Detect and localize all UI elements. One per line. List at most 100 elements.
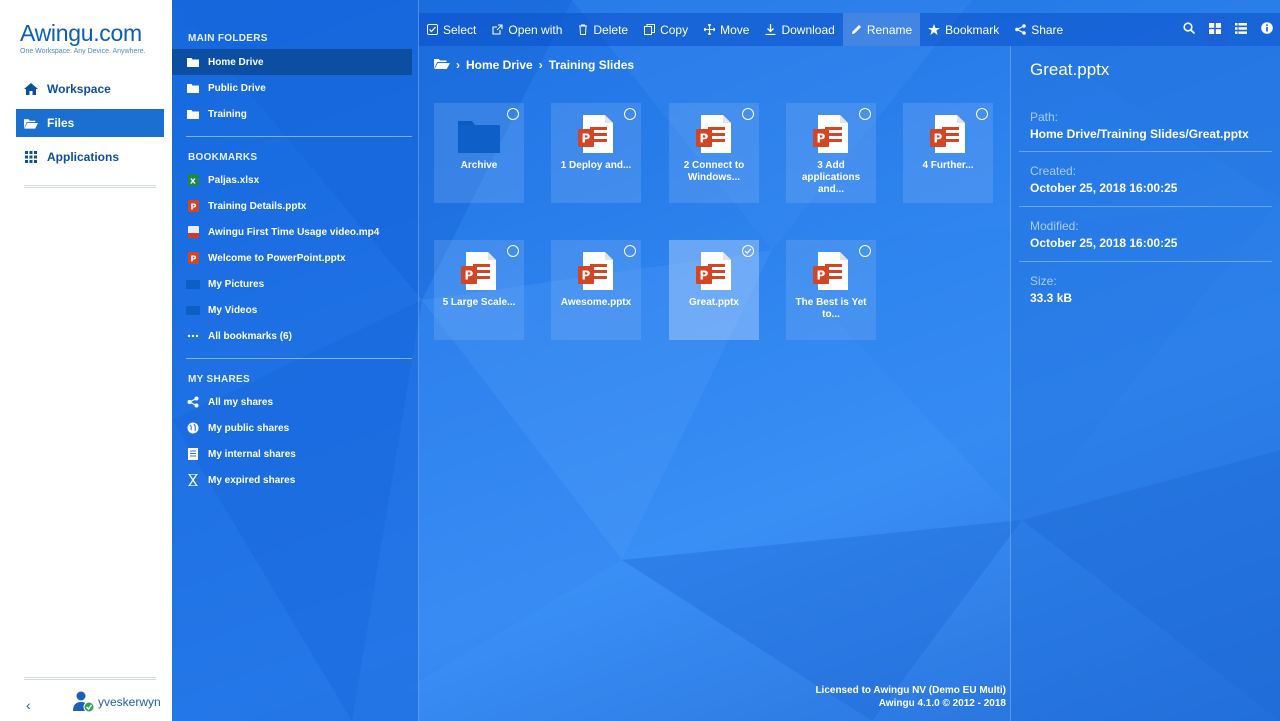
select-circle-icon[interactable] <box>742 108 754 120</box>
trash-icon <box>578 24 588 35</box>
detail-divider <box>1019 206 1272 207</box>
folder-training[interactable]: Training <box>172 101 412 127</box>
bookmark-button[interactable]: Bookmark <box>920 13 1007 46</box>
detail-created-value: October 25, 2018 16:00:25 <box>1030 181 1178 195</box>
svg-text:P: P <box>190 203 196 212</box>
svg-text:P: P <box>700 132 709 146</box>
share-item[interactable]: All my shares <box>172 389 412 415</box>
checked-circle-icon[interactable] <box>742 245 754 257</box>
file-tile[interactable]: P 4 Further... <box>903 103 993 203</box>
nav-applications[interactable]: Applications <box>16 143 164 171</box>
file-name: 2 Connect to Windows... <box>683 160 745 183</box>
folder-icon <box>458 113 500 155</box>
bookmark-item[interactable]: Awingu First Time Usage video.mp4 <box>172 219 412 245</box>
breadcrumb: › Home Drive › Training Slides <box>434 58 634 72</box>
bookmark-item[interactable]: x Paljas.xlsx <box>172 167 412 193</box>
my-shares-title: MY SHARES <box>188 374 250 385</box>
file-tile[interactable]: P 2 Connect to Windows... <box>669 103 759 203</box>
bookmark-item[interactable]: P Welcome to PowerPoint.pptx <box>172 245 412 271</box>
bookmark-label: Awingu First Time Usage video.mp4 <box>208 226 380 238</box>
svg-text:P: P <box>817 269 826 283</box>
grid-view-button[interactable] <box>1202 13 1228 46</box>
user-menu[interactable]: yveskerwyn <box>72 691 161 713</box>
select-circle-icon[interactable] <box>507 108 519 120</box>
detail-divider <box>1019 261 1272 262</box>
folder-icon <box>186 57 200 67</box>
copy-button[interactable]: Copy <box>636 13 696 46</box>
breadcrumb-home-drive[interactable]: Home Drive <box>466 58 533 72</box>
detail-modified-label: Modified: <box>1030 219 1079 233</box>
folder-public-drive[interactable]: Public Drive <box>172 75 412 101</box>
breadcrumb-training-slides[interactable]: Training Slides <box>549 58 634 72</box>
video-file-icon <box>186 226 200 238</box>
move-label: Move <box>720 22 750 37</box>
delete-button[interactable]: Delete <box>570 13 636 46</box>
detail-size-label: Size: <box>1030 274 1057 288</box>
nav-files[interactable]: Files <box>16 109 164 137</box>
move-button[interactable]: Move <box>696 13 757 46</box>
copy-label: Copy <box>660 22 689 37</box>
chevron-right-icon: › <box>538 58 543 72</box>
folder-open-icon <box>24 118 38 129</box>
folder-home-drive[interactable]: Home Drive <box>172 49 412 75</box>
select-circle-icon[interactable] <box>507 245 519 257</box>
share-item[interactable]: My internal shares <box>172 441 412 467</box>
open-with-button[interactable]: Open with <box>484 13 570 46</box>
rename-button[interactable]: Rename <box>842 13 921 46</box>
all-bookmarks-link[interactable]: All bookmarks (6) <box>172 323 412 349</box>
share-item[interactable]: My expired shares <box>172 467 412 493</box>
powerpoint-file-icon: P <box>575 113 617 155</box>
checkbox-icon <box>427 24 438 35</box>
share-icon <box>186 396 200 408</box>
hourglass-icon <box>186 474 200 486</box>
select-circle-icon[interactable] <box>859 108 871 120</box>
file-name: 1 Deploy and... <box>560 160 632 171</box>
brand-name: Awingu.com <box>20 20 142 46</box>
powerpoint-file-icon: P <box>575 250 617 292</box>
folder-label: Home Drive <box>208 56 264 68</box>
file-tile[interactable]: P 1 Deploy and... <box>551 103 641 203</box>
view-controls <box>1176 13 1280 46</box>
bookmark-item[interactable]: P Training Details.pptx <box>172 193 412 219</box>
download-button[interactable]: Download <box>757 13 842 46</box>
search-button[interactable] <box>1176 13 1202 46</box>
file-tile-selected[interactable]: P Great.pptx <box>669 240 759 340</box>
select-circle-icon[interactable] <box>624 245 636 257</box>
details-panel: Great.pptx Path: Home Drive/Training Sli… <box>1010 46 1280 721</box>
ellipsis-icon <box>186 334 200 338</box>
nav-files-label: Files <box>47 116 75 130</box>
svg-text:P: P <box>582 269 591 283</box>
bookmark-item[interactable]: My Pictures <box>172 271 412 297</box>
list-view-button[interactable] <box>1228 13 1254 46</box>
folder-open-icon[interactable] <box>434 58 450 72</box>
share-button[interactable]: Share <box>1007 13 1071 46</box>
select-label: Select <box>443 22 477 37</box>
file-tile[interactable]: P Awesome.pptx <box>551 240 641 340</box>
share-item[interactable]: My public shares <box>172 415 412 441</box>
bookmark-label: All bookmarks (6) <box>208 330 292 342</box>
nav-workspace[interactable]: Workspace <box>16 75 164 103</box>
folder-icon <box>186 83 200 93</box>
license-footer: Licensed to Awingu NV (Demo EU Multi) Aw… <box>760 684 1006 710</box>
chevron-right-icon: › <box>456 58 460 72</box>
svg-text:P: P <box>190 255 196 264</box>
select-circle-icon[interactable] <box>859 245 871 257</box>
file-tile[interactable]: Archive <box>434 103 524 203</box>
file-name: Archive <box>460 160 498 171</box>
powerpoint-file-icon: P <box>927 113 969 155</box>
file-tile[interactable]: P The Best is Yet to... <box>786 240 876 340</box>
select-circle-icon[interactable] <box>624 108 636 120</box>
powerpoint-file-icon: P <box>810 113 852 155</box>
file-tile[interactable]: P 3 Add applications and... <box>786 103 876 203</box>
info-button[interactable] <box>1254 13 1280 46</box>
search-icon <box>1183 22 1196 37</box>
share-icon <box>1015 24 1027 35</box>
file-tile[interactable]: P 5 Large Scale... <box>434 240 524 340</box>
list-view-icon <box>1235 22 1247 37</box>
collapse-sidebar-button[interactable]: ‹ <box>26 697 31 713</box>
file-name: 4 Further... <box>922 160 974 171</box>
external-link-icon <box>492 24 503 35</box>
select-circle-icon[interactable] <box>976 108 988 120</box>
bookmark-item[interactable]: My Videos <box>172 297 412 323</box>
select-button[interactable]: Select <box>419 13 484 46</box>
